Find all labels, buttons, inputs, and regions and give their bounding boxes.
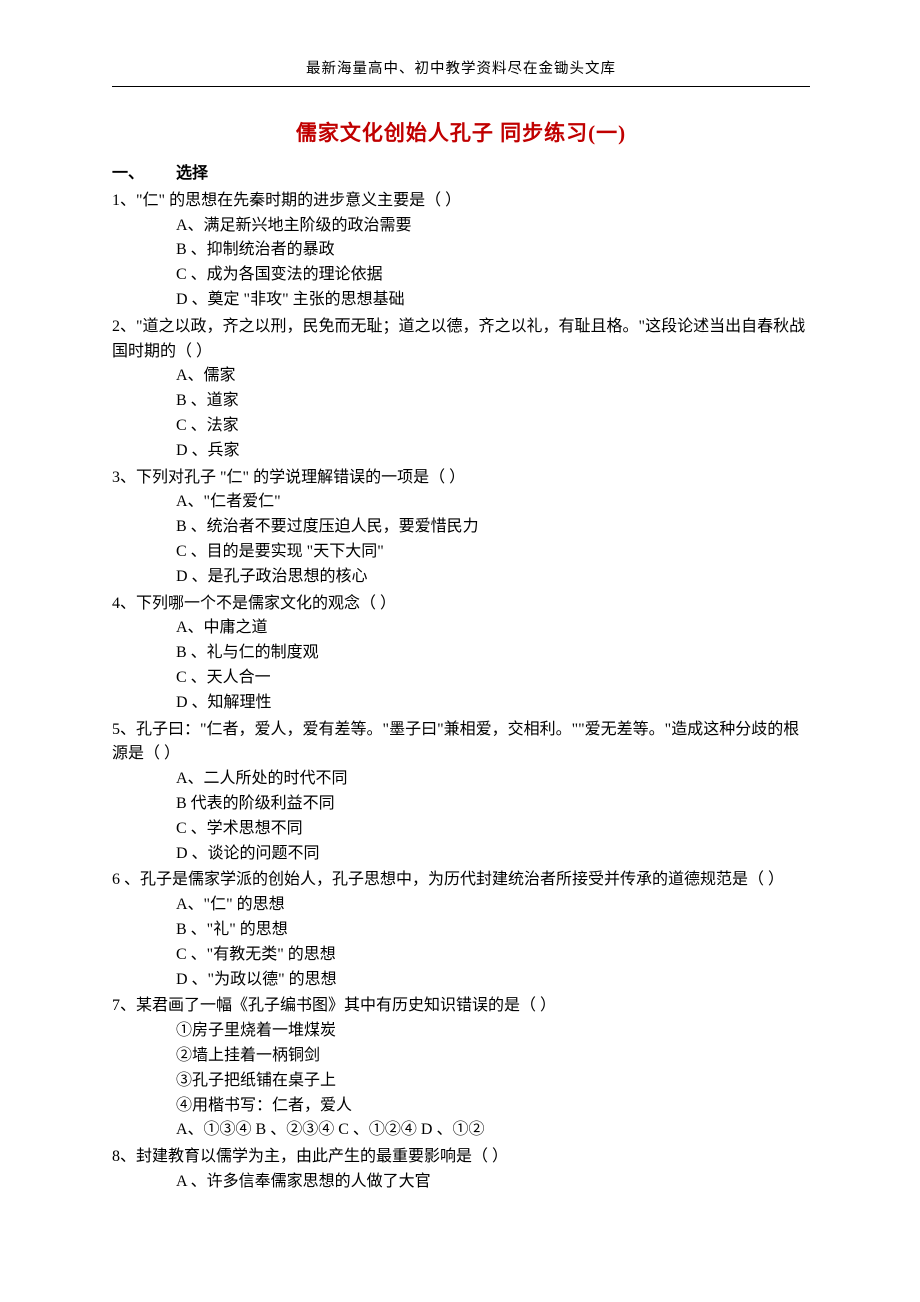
document-page: 最新海量高中、初中教学资料尽在金锄头文库 儒家文化创始人孔子 同步练习(一) 一… — [0, 0, 920, 1302]
q2-option-a: A、儒家 — [176, 364, 810, 389]
q7-options-line: A、①③④ B 、②③④ C 、①②④ D 、①② — [176, 1118, 810, 1143]
q1-option-b: B 、抑制统治者的暴政 — [176, 238, 810, 263]
q3-option-a: A、"仁者爱仁" — [176, 490, 810, 515]
q7-item-2: ②墙上挂着一柄铜剑 — [176, 1044, 810, 1069]
q7-item-4: ④用楷书写：仁者，爱人 — [176, 1094, 810, 1119]
q4-option-b: B 、礼与仁的制度观 — [176, 641, 810, 666]
q4-stem: 4、下列哪一个不是儒家文化的观念（ ） — [112, 592, 810, 617]
q5-stem: 5、孔子曰："仁者，爱人，爱有差等。"墨子曰"兼相爱，交相利。""爱无差等。"造… — [112, 718, 810, 768]
q5-option-b: B 代表的阶级利益不同 — [176, 792, 810, 817]
section-label: 选择 — [176, 162, 208, 187]
q4-option-a: A、中庸之道 — [176, 616, 810, 641]
q5-option-d: D 、谈论的问题不同 — [176, 842, 810, 867]
q8-stem: 8、封建教育以儒学为主，由此产生的最重要影响是（ ） — [112, 1145, 810, 1170]
q5-option-c: C 、学术思想不同 — [176, 817, 810, 842]
q8-option-a: A 、许多信奉儒家思想的人做了大官 — [176, 1170, 810, 1195]
q2-stem: 2、"道之以政，齐之以刑，民免而无耻；道之以德，齐之以礼，有耻且格。"这段论述当… — [112, 315, 810, 365]
q4-option-d: D 、知解理性 — [176, 691, 810, 716]
q7-item-1: ①房子里烧着一堆煤炭 — [176, 1019, 810, 1044]
q4-option-c: C 、天人合一 — [176, 666, 810, 691]
q7-item-3: ③孔子把纸铺在桌子上 — [176, 1069, 810, 1094]
q3-option-c: C 、目的是要实现 "天下大同" — [176, 540, 810, 565]
page-header: 最新海量高中、初中教学资料尽在金锄头文库 — [112, 58, 810, 86]
q3-option-b: B 、统治者不要过度压迫人民，要爱惜民力 — [176, 515, 810, 540]
q7-stem: 7、某君画了一幅《孔子编书图》其中有历史知识错误的是（ ） — [112, 994, 810, 1019]
q6-option-d: D 、"为政以德" 的思想 — [176, 968, 810, 993]
q3-option-d: D 、是孔子政治思想的核心 — [176, 565, 810, 590]
q3-stem: 3、下列对孔子 "仁" 的学说理解错误的一项是（ ） — [112, 466, 810, 491]
q2-option-b: B 、道家 — [176, 389, 810, 414]
section-heading: 一、 选择 — [112, 162, 810, 187]
q1-option-a: A、满足新兴地主阶级的政治需要 — [176, 214, 810, 239]
title-line: 儒家文化创始人孔子 同步练习(一) — [112, 117, 810, 150]
q6-option-a: A、"仁" 的思想 — [176, 893, 810, 918]
q6-option-b: B 、"礼" 的思想 — [176, 918, 810, 943]
q1-option-d: D 、奠定 "非攻" 主张的思想基础 — [176, 288, 810, 313]
section-number: 一、 — [112, 162, 144, 187]
q1-option-c: C 、成为各国变法的理论依据 — [176, 263, 810, 288]
q2-option-d: D 、兵家 — [176, 439, 810, 464]
q2-option-c: C 、法家 — [176, 414, 810, 439]
q6-stem: 6 、孔子是儒家学派的创始人，孔子思想中，为历代封建统治者所接受并传承的道德规范… — [112, 868, 810, 893]
q1-stem: 1、"仁" 的思想在先秦时期的进步意义主要是（ ） — [112, 189, 810, 214]
q5-option-a: A、二人所处的时代不同 — [176, 767, 810, 792]
header-rule — [112, 86, 810, 87]
document-title: 儒家文化创始人孔子 同步练习(一) — [296, 121, 626, 145]
q6-option-c: C 、"有教无类" 的思想 — [176, 943, 810, 968]
